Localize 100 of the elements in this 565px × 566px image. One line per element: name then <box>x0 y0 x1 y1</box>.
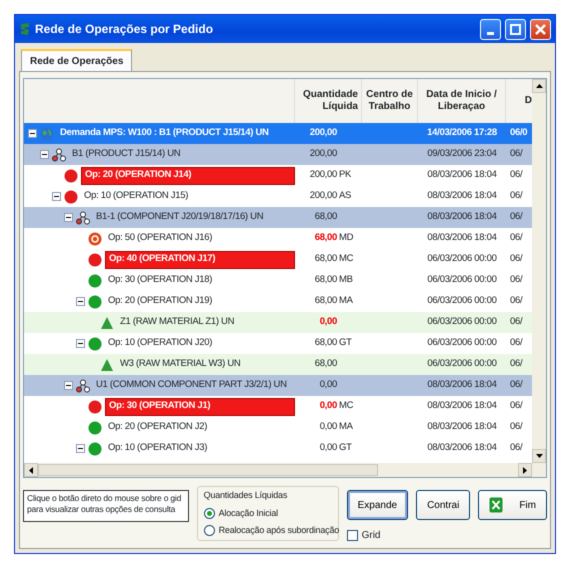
collapse-toggle[interactable] <box>40 150 49 159</box>
column-header[interactable]: Data de Inicio / Liberaçao <box>421 88 502 114</box>
quantity-cell-text: 200,00 <box>308 126 337 140</box>
status-dot <box>88 294 102 308</box>
radio-button[interactable] <box>204 525 215 536</box>
quantity-cell-text: 200,00 <box>308 189 337 204</box>
minus-icon <box>77 340 84 347</box>
tree-node-label[interactable]: W3 (RAW MATERIAL W3) UN <box>117 356 295 374</box>
hierarchy-icon <box>76 378 90 392</box>
tree-node-label[interactable]: Op: 40 (OPERATION J17) <box>105 250 295 268</box>
checkbox-label[interactable]: Grid <box>362 528 380 543</box>
radio-label[interactable]: Alocação Inicial <box>218 506 278 520</box>
collapse-button[interactable]: Contrai <box>416 490 470 520</box>
tree-node-label[interactable]: Op: 20 (OPERATION J14) <box>81 166 295 184</box>
column-header[interactable]: Centro de Trabalho <box>365 88 414 114</box>
hierarchy-icon <box>52 148 66 162</box>
table-cell: 06/ <box>510 148 522 160</box>
window-title: Rede de Operações por Pedido <box>35 21 214 38</box>
date-cell: 08/03/2006 18:04 <box>427 232 497 244</box>
collapse-toggle[interactable] <box>64 213 73 222</box>
tree-node-label[interactable]: Op: 30 (OPERATION J18) <box>105 272 295 290</box>
minus-icon <box>77 445 84 452</box>
column-header[interactable]: D <box>524 94 532 108</box>
collapse-toggle[interactable] <box>76 444 85 453</box>
work-center-code: PK <box>338 168 352 182</box>
quantity-cell-text: 200,00 <box>308 168 337 182</box>
tree-node-label[interactable]: Op: 10 (OPERATION J3) <box>105 440 295 458</box>
table-cell: 06/ <box>510 358 522 370</box>
quantity-cell-text: 68,00 <box>314 357 337 372</box>
minus-icon <box>65 382 72 389</box>
tree-node-label[interactable]: Op: 10 (OPERATION J20) <box>105 334 295 352</box>
work-center-code: MA <box>338 420 353 434</box>
quantity-cell-text: 0,00 <box>318 441 337 456</box>
collapse-toggle[interactable] <box>64 381 73 390</box>
tree-node-label[interactable]: Op: 30 (OPERATION J1) <box>105 398 295 416</box>
hierarchy-icon <box>76 210 90 224</box>
table-cell: 06/ <box>510 421 522 432</box>
date-cell: 06/03/2006 00:00 <box>427 337 497 348</box>
radio-button[interactable] <box>204 508 215 519</box>
vertical-scrollbar[interactable] <box>532 79 546 463</box>
date-cell: 08/03/2006 18:04 <box>427 379 497 390</box>
work-center-code: AS <box>338 189 352 204</box>
tree-node-label[interactable]: B1 (PRODUCT J15/14) UN <box>69 146 295 164</box>
date-cell: 06/03/2006 00:00 <box>427 253 497 264</box>
quantity-cell-text: 0,00 <box>318 399 337 414</box>
date-cell: 14/03/2006 17:28 <box>427 127 497 138</box>
date-cell: 06/03/2006 00:00 <box>427 274 497 286</box>
tree-node-label[interactable]: B1-1 (COMPONENT J20/19/18/17/16) UN <box>93 208 295 226</box>
table-cell: 06/ <box>510 316 522 328</box>
collapse-toggle[interactable] <box>76 297 85 306</box>
collapse-toggle[interactable] <box>76 339 85 348</box>
status-dot <box>88 274 102 288</box>
work-center-code: GT <box>338 441 352 456</box>
table-cell: 06/ <box>510 379 522 390</box>
date-cell: 08/03/2006 18:04 <box>427 190 497 202</box>
status-dot <box>88 336 102 350</box>
app-icon <box>19 22 31 36</box>
close-button[interactable] <box>530 18 551 40</box>
work-center-code: MB <box>338 273 353 288</box>
date-cell: 09/03/2006 23:04 <box>427 148 497 160</box>
minimize-icon <box>487 32 494 35</box>
exit-button[interactable]: Fim <box>478 490 547 520</box>
quantity-cell-text: 0,00 <box>318 315 337 330</box>
radio-label[interactable]: Realocação após subordinação <box>218 524 340 538</box>
tree-node-label[interactable]: U1 (COMMON COMPONENT PART J3/2/1) UN <box>93 376 295 394</box>
tree-node-label[interactable]: Op: 20 (OPERATION J19) <box>105 292 295 310</box>
status-dot <box>88 400 102 414</box>
quantity-cell-text: 68,00 <box>314 294 337 308</box>
checkbox[interactable] <box>346 530 358 541</box>
expand-button[interactable]: Expande <box>346 490 408 520</box>
work-center-code: MC <box>338 252 354 266</box>
collapse-toggle[interactable] <box>52 192 61 201</box>
table-cell: 06/ <box>510 337 522 348</box>
quantity-cell-text: 68,00 <box>314 336 337 350</box>
minimize-button[interactable] <box>480 18 501 40</box>
collapse-toggle[interactable] <box>28 129 37 138</box>
status-dot <box>64 168 78 182</box>
table-cell: 06/ <box>510 253 522 264</box>
minus-icon <box>29 130 36 137</box>
maximize-button[interactable] <box>505 18 526 40</box>
date-cell: 08/03/2006 18:04 <box>427 169 497 180</box>
quantity-cell-text: 68,00 <box>314 273 337 288</box>
horizontal-scrollbar[interactable] <box>24 463 546 477</box>
quantity-cell-text: 0,00 <box>318 420 337 434</box>
group-title: Quantidades Líquidas <box>204 489 288 502</box>
table-cell: 06/ <box>510 211 522 222</box>
tab[interactable]: Rede de Operações <box>21 49 132 71</box>
column-header[interactable]: Quantidade Líquida <box>298 88 358 114</box>
globe-icon <box>40 126 54 140</box>
date-cell: 08/03/2006 18:04 <box>427 442 497 454</box>
tree-node-label[interactable]: Op: 10 (OPERATION J15) <box>81 188 295 206</box>
tree-node-label[interactable]: Op: 50 (OPERATION J16) <box>105 230 295 248</box>
table-cell: 06/ <box>510 400 522 412</box>
tree-node-label[interactable]: Z1 (RAW MATERIAL Z1) UN <box>117 314 295 332</box>
date-cell: 08/03/2006 18:04 <box>427 421 497 432</box>
quantity-cell-text: 68,00 <box>314 252 337 266</box>
tree-node-label[interactable]: Op: 20 (OPERATION J2) <box>105 418 295 436</box>
quantity-cell-text: 0,00 <box>318 378 337 392</box>
work-center-code: GT <box>338 336 352 350</box>
tree-node-label[interactable]: Demanda MPS: W100 : B1 (PRODUCT J15/14) UN <box>57 124 295 142</box>
